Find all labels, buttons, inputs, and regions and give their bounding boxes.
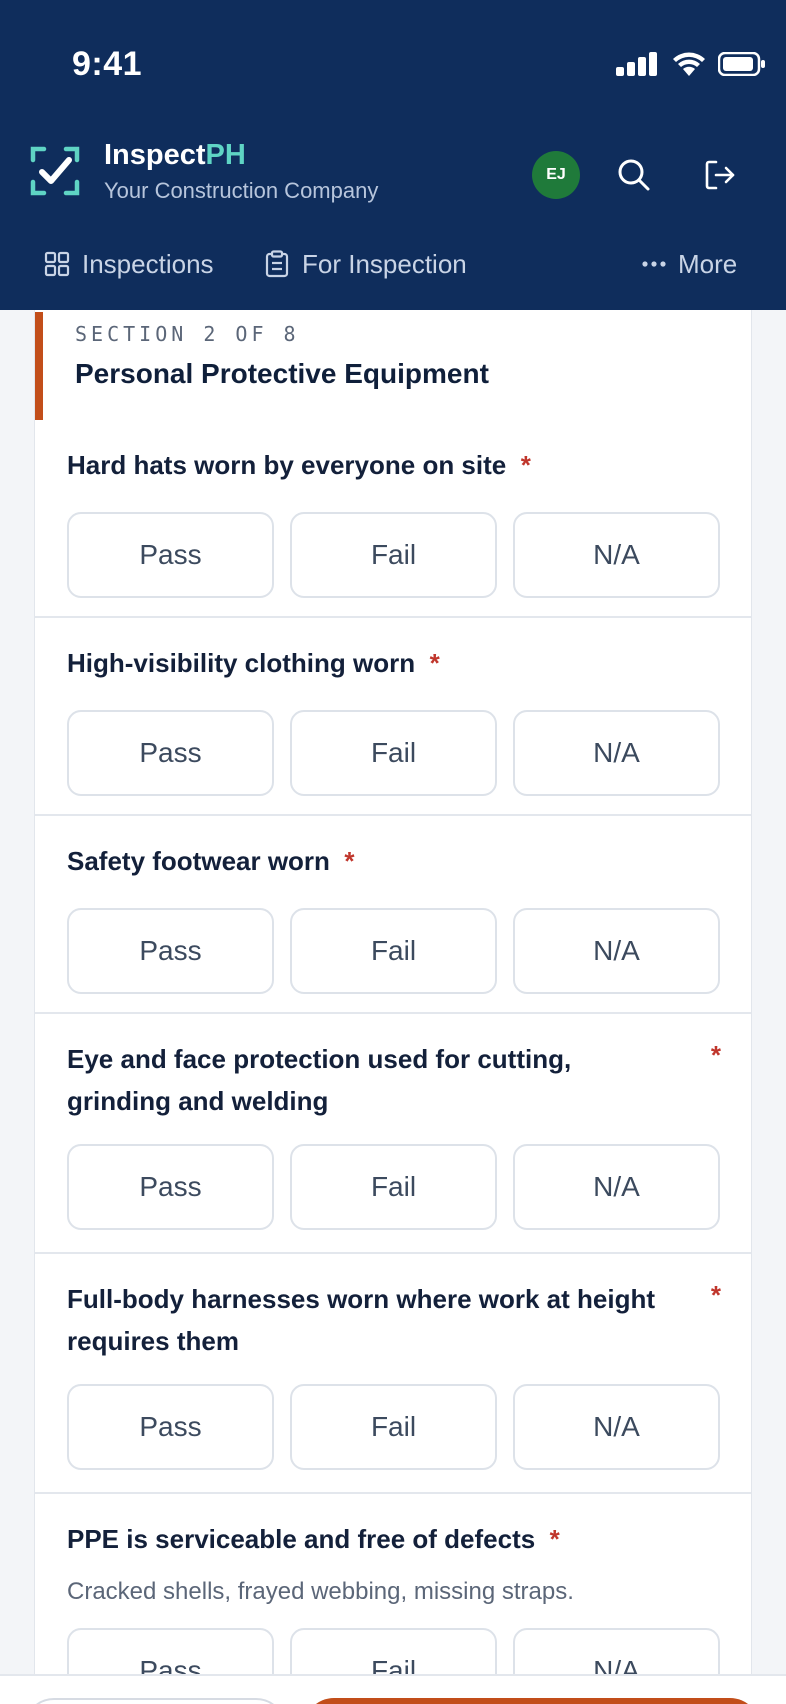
more-dots-icon <box>642 261 666 267</box>
nav-for-inspection-label: For Inspection <box>302 248 467 279</box>
brand-text: InspectPH Your Construction Company <box>104 138 378 204</box>
na-button[interactable]: N/A <box>513 512 720 598</box>
na-button[interactable]: N/A <box>513 1384 720 1470</box>
pass-button[interactable]: Pass <box>67 1384 274 1470</box>
question-text: Hard hats worn by everyone on site * <box>67 444 667 486</box>
nav-more[interactable]: More <box>642 240 737 288</box>
answer-options: Pass Fail N/A <box>67 908 721 994</box>
required-marker: * <box>344 846 355 876</box>
question-label: Hard hats worn by everyone on site <box>67 450 507 480</box>
answer-options: Pass Fail N/A <box>67 1384 721 1470</box>
question-label: High-visibility clothing worn <box>67 648 416 678</box>
required-marker: * <box>429 648 440 678</box>
question-label: Safety footwear worn <box>67 846 330 876</box>
primary-action-button[interactable] <box>304 1698 760 1704</box>
question-text: PPE is serviceable and free of defects * <box>67 1518 667 1560</box>
na-button[interactable]: N/A <box>513 908 720 994</box>
status-bar: 9:41 <box>0 0 786 130</box>
avatar[interactable]: EJ <box>532 151 580 199</box>
answer-options: Pass Fail N/A <box>67 1144 721 1230</box>
wifi-icon <box>673 52 705 76</box>
checklist-item: Hard hats worn by everyone on site * Pas… <box>35 420 751 618</box>
question-label: PPE is serviceable and free of defects <box>67 1524 536 1554</box>
checklist-item: Eye and face protection used for cutting… <box>35 1014 751 1254</box>
app-name: InspectPH <box>104 138 378 172</box>
app-name-main: Inspect <box>104 139 206 171</box>
answer-options: Pass Fail N/A <box>67 512 721 598</box>
bottom-action-bar <box>0 1674 786 1704</box>
checklist-item: PPE is serviceable and free of defects *… <box>35 1494 751 1674</box>
pass-button[interactable]: Pass <box>67 1628 274 1674</box>
na-button[interactable]: N/A <box>513 710 720 796</box>
checklist-item: Safety footwear worn * Pass Fail N/A <box>35 816 751 1014</box>
nav-more-label: More <box>678 248 738 279</box>
app-name-accent: PH <box>205 139 246 171</box>
fail-button[interactable]: Fail <box>290 512 497 598</box>
fail-button[interactable]: Fail <box>290 710 497 796</box>
checklist-card: SECTION 2 OF 8 Personal Protective Equip… <box>34 310 752 1674</box>
required-marker: * <box>549 1524 560 1554</box>
company-name: Your Construction Company <box>104 178 379 203</box>
question-text: Full-body harnesses worn where work at h… <box>67 1284 655 1356</box>
search-icon <box>618 159 650 191</box>
grid-icon <box>44 251 70 277</box>
checklist-item: High-visibility clothing worn * Pass Fai… <box>35 618 751 816</box>
question-hint: Cracked shells, frayed webbing, missing … <box>67 1578 574 1605</box>
section-header: SECTION 2 OF 8 Personal Protective Equip… <box>35 310 751 420</box>
nav-inspections-label: Inspections <box>82 248 214 279</box>
required-marker: * <box>710 1280 721 1310</box>
section-label: SECTION 2 OF 8 <box>75 322 300 346</box>
nav-for-inspection[interactable]: For Inspection <box>264 240 467 288</box>
nav-inspections[interactable]: Inspections <box>44 240 214 288</box>
checklist-item: Full-body harnesses worn where work at h… <box>35 1254 751 1494</box>
answer-options: Pass Fail N/A <box>67 710 721 796</box>
section-accent-bar <box>35 312 43 420</box>
na-button[interactable]: N/A <box>513 1628 720 1674</box>
secondary-action-button[interactable] <box>24 1698 286 1704</box>
question-text: Eye and face protection used for cutting… <box>67 1044 572 1116</box>
required-marker: * <box>710 1040 721 1070</box>
fail-button[interactable]: Fail <box>290 1384 497 1470</box>
fail-button[interactable]: Fail <box>290 1628 497 1674</box>
answer-options: Pass Fail N/A <box>67 1628 721 1674</box>
pass-button[interactable]: Pass <box>67 512 274 598</box>
required-marker: * <box>520 450 531 480</box>
pass-button[interactable]: Pass <box>67 710 274 796</box>
logout-button[interactable] <box>696 151 744 199</box>
top-nav: Inspections For Inspection More <box>0 240 786 288</box>
question-text: High-visibility clothing worn * <box>67 642 667 684</box>
pass-button[interactable]: Pass <box>67 1144 274 1230</box>
logout-icon <box>705 160 735 190</box>
brand[interactable]: InspectPH Your Construction Company <box>30 138 378 204</box>
search-button[interactable] <box>610 151 658 199</box>
checkmark-logo-icon <box>30 146 80 196</box>
cellular-signal-icon <box>616 52 657 76</box>
question-text: Safety footwear worn * <box>67 840 667 882</box>
clipboard-icon <box>265 250 289 278</box>
pass-button[interactable]: Pass <box>67 908 274 994</box>
section-title: Personal Protective Equipment <box>75 358 489 389</box>
battery-icon <box>718 52 765 76</box>
app-header: 9:41 InspectPH Your Construction Company… <box>0 0 786 310</box>
fail-button[interactable]: Fail <box>290 908 497 994</box>
na-button[interactable]: N/A <box>513 1144 720 1230</box>
status-icons <box>616 52 766 76</box>
status-time: 9:41 <box>72 45 143 83</box>
fail-button[interactable]: Fail <box>290 1144 497 1230</box>
